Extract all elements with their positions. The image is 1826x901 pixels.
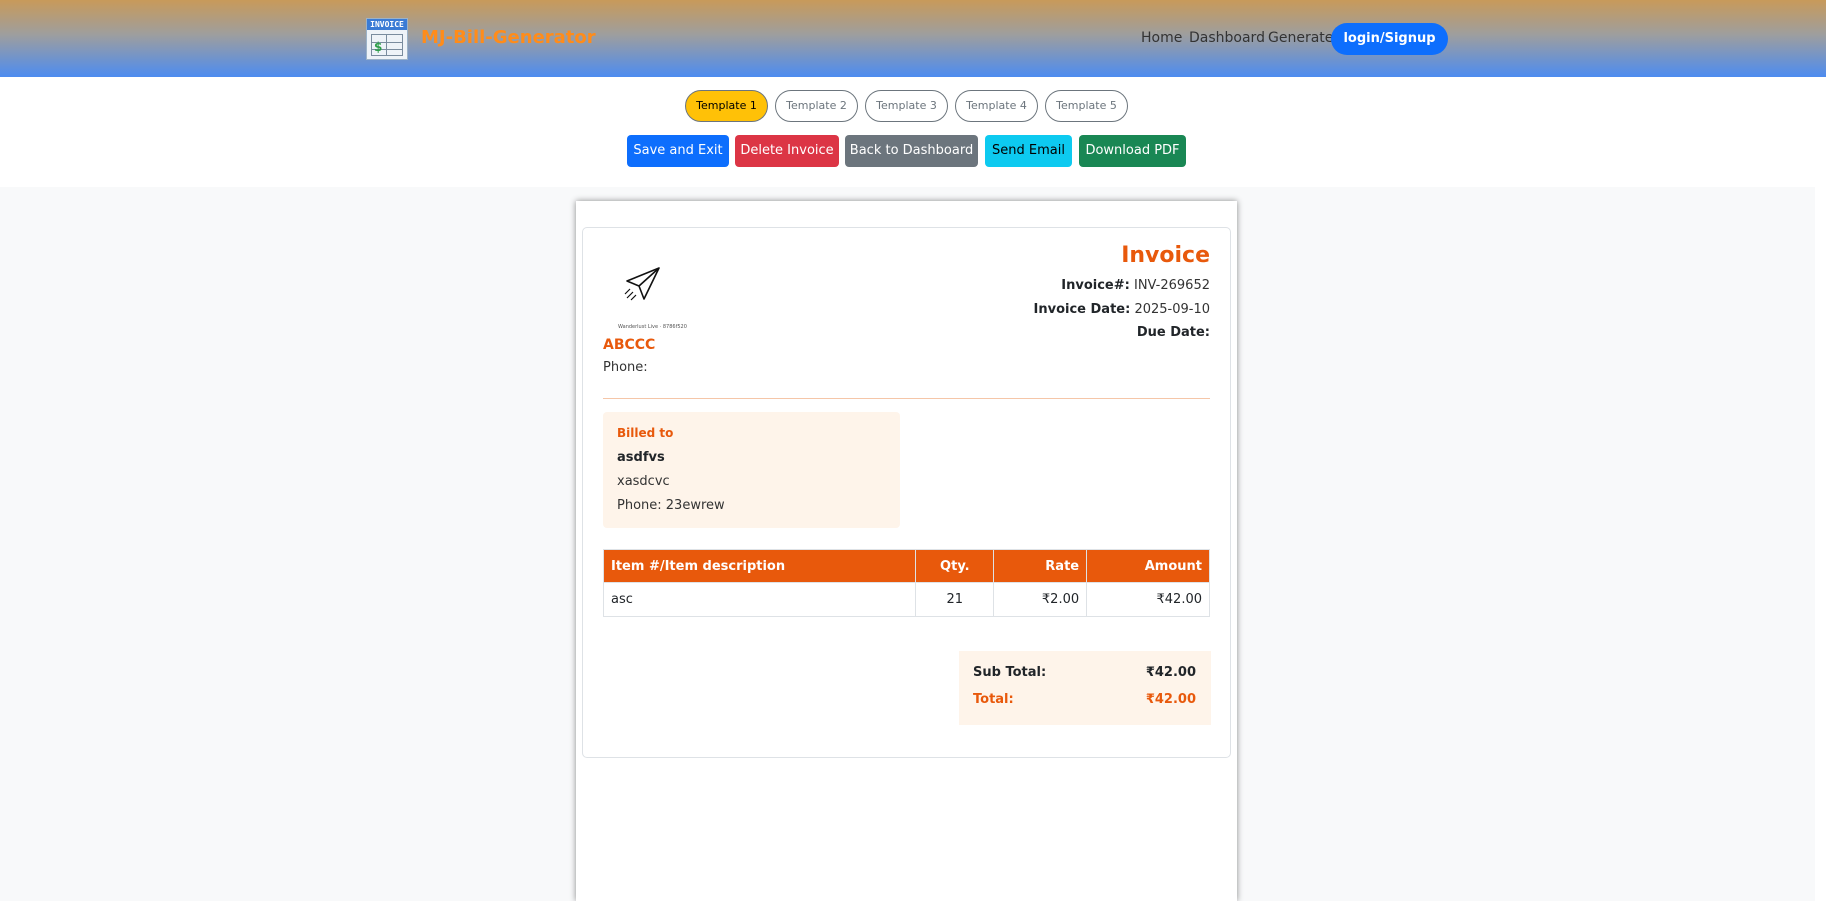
invoice-number-label: Invoice#: — [1061, 278, 1130, 293]
billed-to-heading: Billed to — [617, 426, 674, 440]
template-2-button[interactable]: Template 2 — [775, 90, 858, 122]
col-rate: Rate — [993, 549, 1088, 583]
col-qty: Qty. — [915, 549, 995, 583]
invoice-title: Invoice — [1121, 243, 1210, 268]
total-value: ₹42.00 — [1145, 692, 1196, 707]
col-item-description: Item #/Item description — [602, 549, 917, 583]
download-pdf-button[interactable]: Download PDF — [1079, 135, 1186, 167]
item-rate: ₹2.00 — [993, 582, 1088, 617]
template-5-button[interactable]: Template 5 — [1045, 90, 1128, 122]
nav-home-link[interactable]: Home — [1141, 30, 1182, 46]
totals-box — [959, 651, 1211, 725]
brand-name[interactable]: MJ-Bill-Generator — [421, 27, 596, 48]
template-3-button[interactable]: Template 3 — [865, 90, 948, 122]
client-address: xasdcvc — [617, 474, 670, 489]
header-divider — [603, 398, 1210, 399]
company-name: ABCCC — [603, 337, 656, 353]
table-row: asc 21 ₹2.00 ₹42.00 — [602, 582, 1210, 617]
paper-plane-icon — [624, 267, 660, 301]
invoice-date-row: Invoice Date: 2025-09-10 — [1034, 302, 1211, 317]
invoice-number: INV-269652 — [1133, 278, 1210, 293]
invoice-number-row: Invoice#: INV-269652 — [1061, 278, 1210, 293]
table-header-row: Item #/Item description Qty. Rate Amount — [602, 549, 1210, 583]
due-date-row: Due Date: — [1137, 325, 1210, 340]
col-amount: Amount — [1086, 549, 1210, 583]
subtotal-label: Sub Total: — [973, 665, 1047, 680]
item-amount: ₹42.00 — [1086, 582, 1210, 617]
template-4-button[interactable]: Template 4 — [955, 90, 1038, 122]
invoice-date-label: Invoice Date: — [1033, 302, 1131, 317]
nav-generate-link[interactable]: Generate — [1268, 30, 1333, 46]
invoice-date: 2025-09-10 — [1134, 302, 1210, 317]
invoice-logo-icon[interactable]: INVOICE $ — [366, 18, 408, 60]
top-navbar: INVOICE $ MJ-Bill-Generator Home Dashboa… — [0, 0, 1826, 77]
logo-text: INVOICE — [367, 19, 407, 30]
dollar-icon: $ — [374, 40, 383, 54]
logo-caption: Wanderlust Live · 8786f520 — [618, 324, 687, 330]
item-description: asc — [602, 582, 917, 617]
items-table: Item #/Item description Qty. Rate Amount… — [602, 549, 1210, 617]
subtotal-value: ₹42.00 — [1145, 665, 1196, 680]
client-name: asdfvs — [617, 450, 665, 465]
template-1-button[interactable]: Template 1 — [685, 90, 768, 122]
total-label: Total: — [973, 692, 1014, 707]
delete-invoice-button[interactable]: Delete Invoice — [735, 135, 839, 167]
back-to-dashboard-button[interactable]: Back to Dashboard — [845, 135, 978, 167]
login-signup-button[interactable]: login/Signup — [1331, 23, 1448, 55]
save-and-exit-button[interactable]: Save and Exit — [627, 135, 729, 167]
item-qty: 21 — [915, 582, 995, 617]
nav-dashboard-link[interactable]: Dashboard — [1189, 30, 1265, 46]
company-phone: Phone: — [603, 360, 648, 375]
client-phone: Phone: 23ewrew — [617, 498, 725, 513]
due-date-label: Due Date: — [1136, 325, 1210, 340]
send-email-button[interactable]: Send Email — [985, 135, 1072, 167]
